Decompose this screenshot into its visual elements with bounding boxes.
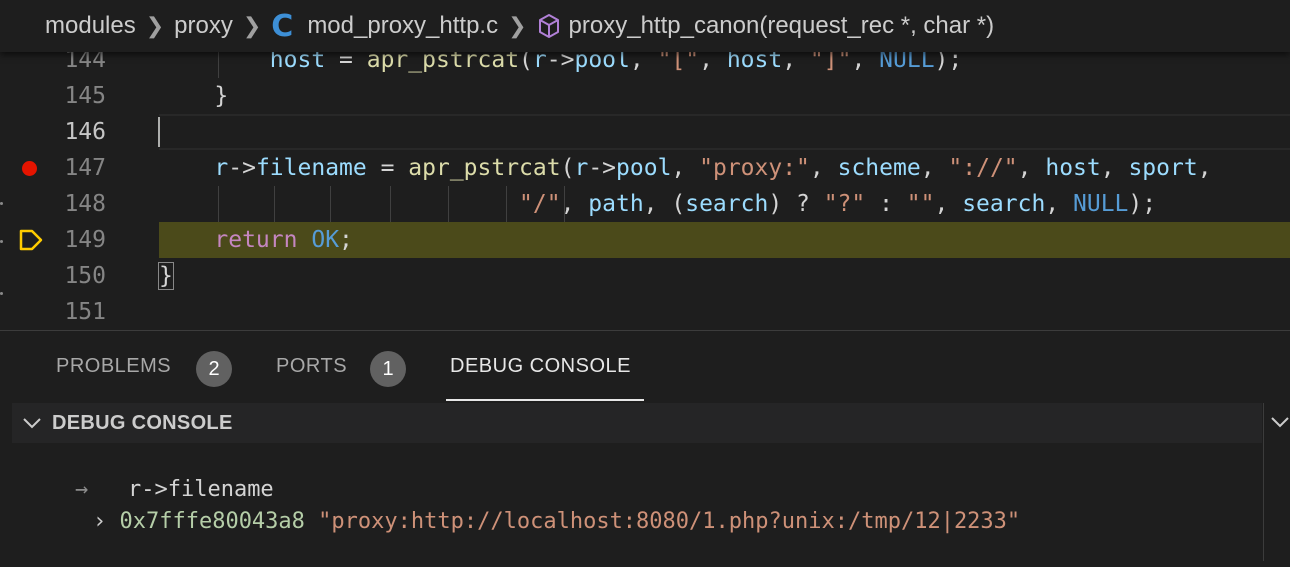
current-line-highlight (159, 114, 1290, 150)
line-number[interactable]: 147 (20, 150, 106, 186)
breadcrumb-file[interactable]: mod_proxy_http.c (307, 12, 498, 40)
cube-icon (537, 13, 561, 39)
code-line[interactable]: 145 } (0, 78, 1290, 114)
breadcrumb-segment-modules[interactable]: modules (45, 12, 136, 40)
expand-chevron-icon[interactable]: › (93, 509, 106, 534)
code-text: "/", path, (search) ? "?" : "", search, … (519, 191, 1157, 217)
breadcrumb-symbol[interactable]: proxy_http_canon(request_rec *, char *) (569, 12, 995, 40)
line-number[interactable]: 146 (20, 114, 106, 150)
console-output-value: "proxy:http://localhost:8080/1.php?unix:… (318, 509, 1021, 534)
ports-count-badge: 1 (370, 351, 406, 387)
breadcrumb: modules ❯ proxy ❯ C mod_proxy_http.c ❯ p… (0, 0, 1290, 52)
text-cursor (158, 117, 160, 147)
line-number[interactable]: 151 (20, 294, 106, 330)
line-number[interactable]: 148 (20, 186, 106, 222)
code-text: return OK; (214, 227, 353, 253)
code-line[interactable]: 147 r->filename = apr_pstrcat(r->pool, "… (0, 150, 1290, 186)
code-line[interactable]: 148 "/", path, (search) ? "?" : "", sear… (0, 186, 1290, 222)
chevron-right-icon: ❯ (242, 13, 262, 38)
code-line-current-execution[interactable]: 149 return OK; (0, 222, 1290, 258)
debug-console-header[interactable]: DEBUG CONSOLE (12, 403, 1262, 443)
console-output-line[interactable]: › 0x7fffe80043a8 "proxy:http://localhost… (40, 477, 1020, 567)
line-number[interactable]: 149 (20, 222, 106, 258)
chevron-down-icon[interactable] (22, 416, 42, 430)
code-editor[interactable]: 144 host = apr_pstrcat(r->pool, "[", hos… (0, 42, 1290, 330)
tab-ports[interactable]: PORTS (276, 355, 347, 378)
console-output-address: 0x7fffe80043a8 (119, 509, 305, 534)
code-line[interactable]: 151 (0, 294, 1290, 330)
code-line[interactable]: 150 } (0, 258, 1290, 294)
tab-problems[interactable]: PROBLEMS (56, 355, 171, 378)
code-line-active[interactable]: 146 (0, 114, 1290, 150)
c-file-icon: C (271, 8, 294, 44)
chevron-right-icon: ❯ (145, 13, 165, 38)
code-text: } (159, 83, 229, 109)
active-tab-indicator (446, 399, 644, 401)
code-text: } (158, 262, 174, 290)
code-text: r->filename = apr_pstrcat(r->pool, "prox… (214, 155, 1212, 181)
tab-debug-console[interactable]: DEBUG CONSOLE (450, 355, 631, 378)
chevron-down-icon[interactable] (1270, 415, 1290, 434)
problems-count-badge: 2 (196, 351, 232, 387)
line-number[interactable]: 150 (20, 258, 106, 294)
line-number[interactable]: 145 (20, 78, 106, 114)
chevron-right-icon: ❯ (508, 13, 527, 38)
bottom-panel: PROBLEMS 2 PORTS 1 DEBUG CONSOLE DEBUG C… (0, 330, 1290, 561)
breadcrumb-segment-proxy[interactable]: proxy (174, 12, 233, 40)
debug-console-title: DEBUG CONSOLE (52, 411, 233, 434)
panel-divider (1263, 403, 1264, 561)
